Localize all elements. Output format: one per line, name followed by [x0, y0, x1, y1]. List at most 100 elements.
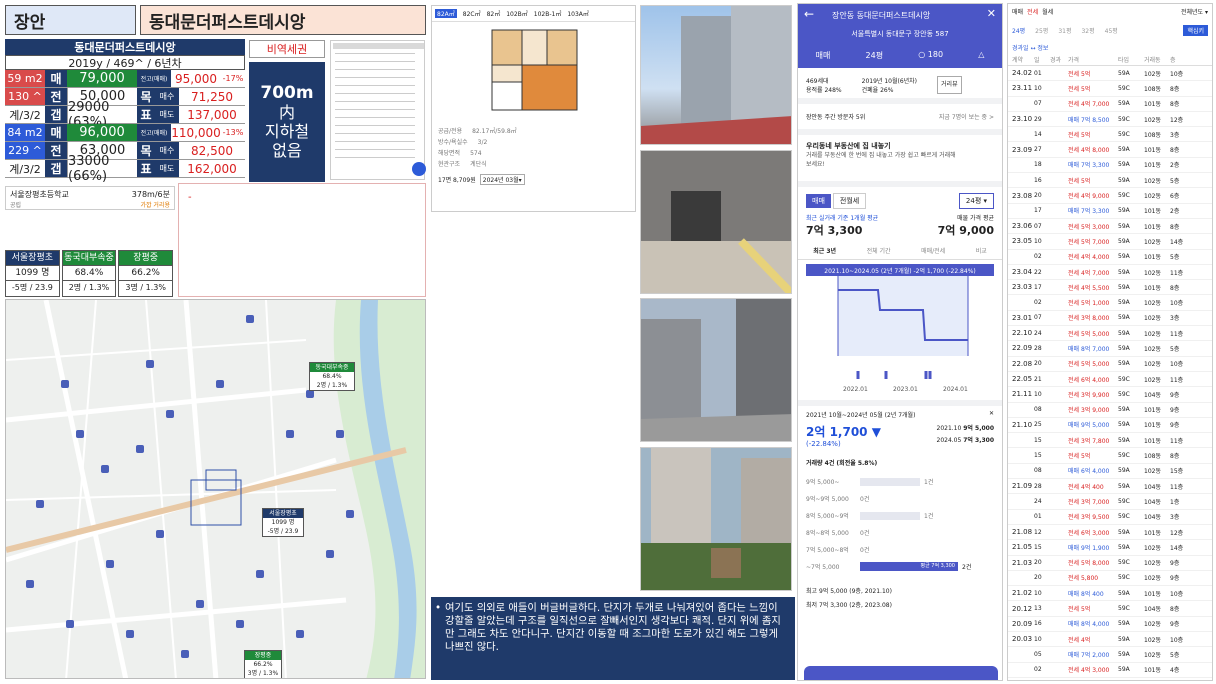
table-row[interactable]: 24.02 01 전세 5억 59A 102동 10층	[1008, 66, 1212, 82]
table-row[interactable]: 23.06 07 전세 5억 3,000 59A 101동 8층	[1008, 219, 1212, 235]
table-row[interactable]: 15 전세 3억 7,800 59A 101동 11층	[1008, 433, 1212, 449]
table-row[interactable]: 15 전세 5억 59C 108동 8층	[1008, 448, 1212, 464]
tab-sale[interactable]: 매매	[816, 50, 831, 61]
table-row[interactable]: 02 전세 4억 3,000 59A 101동 4층	[1008, 663, 1212, 678]
floorplan-tab[interactable]: 82C㎡	[463, 9, 481, 18]
chart-tab[interactable]: 최근 3년	[813, 246, 836, 255]
promo-card[interactable]: 우리동네 부동산에 집 내놓기 거래를 부동산에 한 번에 집 내놓고 가장 쉽…	[798, 135, 1002, 187]
table-row[interactable]: 19.1029전세 3억 7,00059C104동8층	[1008, 678, 1212, 680]
map-marker[interactable]	[146, 360, 154, 368]
map-marker[interactable]	[136, 445, 144, 453]
list-tab-sale[interactable]: 매매	[1012, 7, 1023, 16]
table-row[interactable]: 20.12 13 전세 5억 59C 104동 8층	[1008, 601, 1212, 617]
map-marker[interactable]	[26, 580, 34, 588]
table-row[interactable]: 02 전세 5억 1,000 59A 102동 10층	[1008, 295, 1212, 311]
year-select[interactable]: 전체년도 ▾	[1181, 7, 1208, 16]
price-chart[interactable]: 2022.01 2023.01 2024.01	[798, 276, 1003, 396]
floorplan-tab[interactable]: 103A㎡	[567, 9, 589, 18]
map-view[interactable]: 동국대부속중 68.4% 2명 / 1.3% 서울장평초 1099 명 -5명 / 23…	[5, 299, 426, 679]
map-marker[interactable]	[36, 500, 44, 508]
table-row[interactable]: 23.01 07 전세 3억 8,000 59A 102동 3층	[1008, 311, 1212, 327]
chat-icon[interactable]: ○ 180	[918, 50, 943, 61]
table-row[interactable]: 21.08 12 전세 6억 3,000 59A 101동 12층	[1008, 525, 1212, 541]
table-row[interactable]: 20.09 16 매매 8억 4,000 59A 102동 9층	[1008, 617, 1212, 632]
size-select[interactable]: 24평 ▾	[958, 193, 994, 209]
floorplan-tab[interactable]: 82㎡	[487, 9, 501, 18]
month-select[interactable]: 2024년 03월▾	[479, 174, 525, 185]
map-marker[interactable]	[236, 620, 244, 628]
map-marker[interactable]	[296, 630, 304, 638]
table-row[interactable]: 21.02 10 매매 8억 400 59A 101동 10층	[1008, 586, 1212, 602]
map-marker[interactable]	[196, 600, 204, 608]
map-marker[interactable]	[166, 410, 174, 418]
map-marker[interactable]	[216, 380, 224, 388]
table-row[interactable]: 23.03 17 전세 4억 5,500 59A 101동 8층	[1008, 280, 1212, 296]
floorplan-tab[interactable]: 102B㎡	[506, 9, 528, 18]
tab-size[interactable]: 24평	[866, 50, 884, 61]
bottom-button[interactable]	[804, 666, 998, 680]
table-row[interactable]: 02 전세 4억 4,000 59A 101동 5층	[1008, 250, 1212, 265]
table-row[interactable]: 21.05 15 매매 9억 1,900 59A 102동 14층	[1008, 540, 1212, 556]
table-row[interactable]: 24 전세 3억 7,000 59C 104동 1층	[1008, 494, 1212, 510]
price-tab-sale[interactable]: 매매	[806, 194, 831, 208]
map-marker[interactable]	[326, 550, 334, 558]
bell-icon[interactable]: △	[978, 50, 984, 61]
table-row[interactable]: 21.09 28 전세 4억 400 59A 104동 11층	[1008, 479, 1212, 495]
chart-tab[interactable]: 매매/전세	[921, 246, 945, 255]
table-row[interactable]: 20 전세 5,800 59C 102동 9층	[1008, 571, 1212, 587]
close-icon[interactable]: ✕	[989, 410, 994, 419]
map-pin-school-1[interactable]: 동국대부속중 68.4% 2명 / 1.3%	[309, 362, 355, 391]
map-marker[interactable]	[66, 620, 74, 628]
table-row[interactable]: 16 전세 5억 59A 102동 5층	[1008, 173, 1212, 189]
table-row[interactable]: 08 매매 6억 4,000 59A 102동 15층	[1008, 464, 1212, 480]
list-filter[interactable]: 경과일 ↔ 정보	[1008, 41, 1212, 54]
map-marker[interactable]	[256, 570, 264, 578]
table-row[interactable]: 21.03 20 전세 5억 8,000 59C 102동 9층	[1008, 556, 1212, 571]
table-row[interactable]: 17 매매 7억 3,300 59A 101동 2층	[1008, 204, 1212, 219]
floorplan-tab[interactable]: 82A㎡	[435, 9, 457, 18]
list-tab-jeonse[interactable]: 전세	[1027, 7, 1038, 16]
table-row[interactable]: 23.05 10 전세 5억 7,000 59A 102동 14층	[1008, 234, 1212, 250]
map-marker[interactable]	[156, 530, 164, 538]
table-row[interactable]: 22.09 28 매매 8억 7,000 59A 102동 5층	[1008, 341, 1212, 357]
map-marker[interactable]	[101, 465, 109, 473]
table-row[interactable]: 07 전세 4억 7,000 59A 101동 8층	[1008, 97, 1212, 112]
back-icon[interactable]: ←	[804, 7, 814, 21]
table-row[interactable]: 23.09 27 전세 4억 8,000 59A 101동 8층	[1008, 142, 1212, 158]
visit-now[interactable]: 지금 7명이 보는 중 >	[939, 112, 994, 121]
table-row[interactable]: 23.10 29 매매 7억 8,500 59C 102동 12층	[1008, 112, 1212, 128]
map-canvas[interactable]	[6, 300, 426, 679]
map-marker[interactable]	[126, 630, 134, 638]
chart-tab[interactable]: 비교	[976, 246, 987, 255]
map-pin-school-3[interactable]: 장평중 66.2% 3명 / 1.3%	[244, 650, 282, 678]
map-pin-school-2[interactable]: 서울장평초 1099 명 -5명 / 23.9	[262, 508, 304, 537]
close-icon[interactable]: ✕	[987, 7, 996, 20]
table-row[interactable]: 22.10 24 전세 5억 5,000 59A 102동 11층	[1008, 326, 1212, 342]
table-row[interactable]: 23.04 22 전세 4억 7,000 59A 102동 11층	[1008, 265, 1212, 281]
table-row[interactable]: 21.11 10 전세 3억 9,900 59C 104동 9층	[1008, 387, 1212, 403]
map-marker[interactable]	[346, 510, 354, 518]
table-row[interactable]: 05 매매 7억 2,000 59A 102동 5층	[1008, 647, 1212, 663]
table-row[interactable]: 21.10 25 매매 9억 5,000 59A 101동 9층	[1008, 418, 1212, 434]
price-tab-rent[interactable]: 전월세	[832, 193, 867, 209]
table-row[interactable]: 23.11 10 전세 5억 59C 108동 8층	[1008, 81, 1212, 97]
table-row[interactable]: 20.03 10 전세 4억 59A 102동 10층	[1008, 632, 1212, 648]
map-marker[interactable]	[76, 430, 84, 438]
map-marker[interactable]	[286, 430, 294, 438]
map-marker[interactable]	[181, 650, 189, 658]
map-marker[interactable]	[336, 430, 344, 438]
table-row[interactable]: 22.05 21 전세 6억 4,000 59C 102동 11층	[1008, 372, 1212, 388]
floorplan-tab[interactable]: 102B-1㎡	[534, 9, 562, 18]
table-row[interactable]: 18 매매 7억 3,300 59A 101동 2층	[1008, 158, 1212, 174]
chart-tab[interactable]: 전체 기간	[867, 246, 891, 255]
table-row[interactable]: 22.08 20 전세 5억 5,000 59A 102동 10층	[1008, 357, 1212, 372]
table-row[interactable]: 23.08 20 전세 4억 9,000 59C 102동 6층	[1008, 188, 1212, 204]
map-marker[interactable]	[61, 380, 69, 388]
map-marker[interactable]	[306, 390, 314, 398]
map-marker[interactable]	[246, 315, 254, 323]
street-view-button[interactable]: 거리뷰	[937, 76, 962, 94]
table-row[interactable]: 14 전세 5억 59C 108동 3층	[1008, 127, 1212, 143]
list-tab-monthly[interactable]: 월세	[1042, 7, 1053, 16]
map-marker[interactable]	[106, 560, 114, 568]
table-row[interactable]: 01 전세 3억 9,500 59C 104동 3층	[1008, 510, 1212, 525]
